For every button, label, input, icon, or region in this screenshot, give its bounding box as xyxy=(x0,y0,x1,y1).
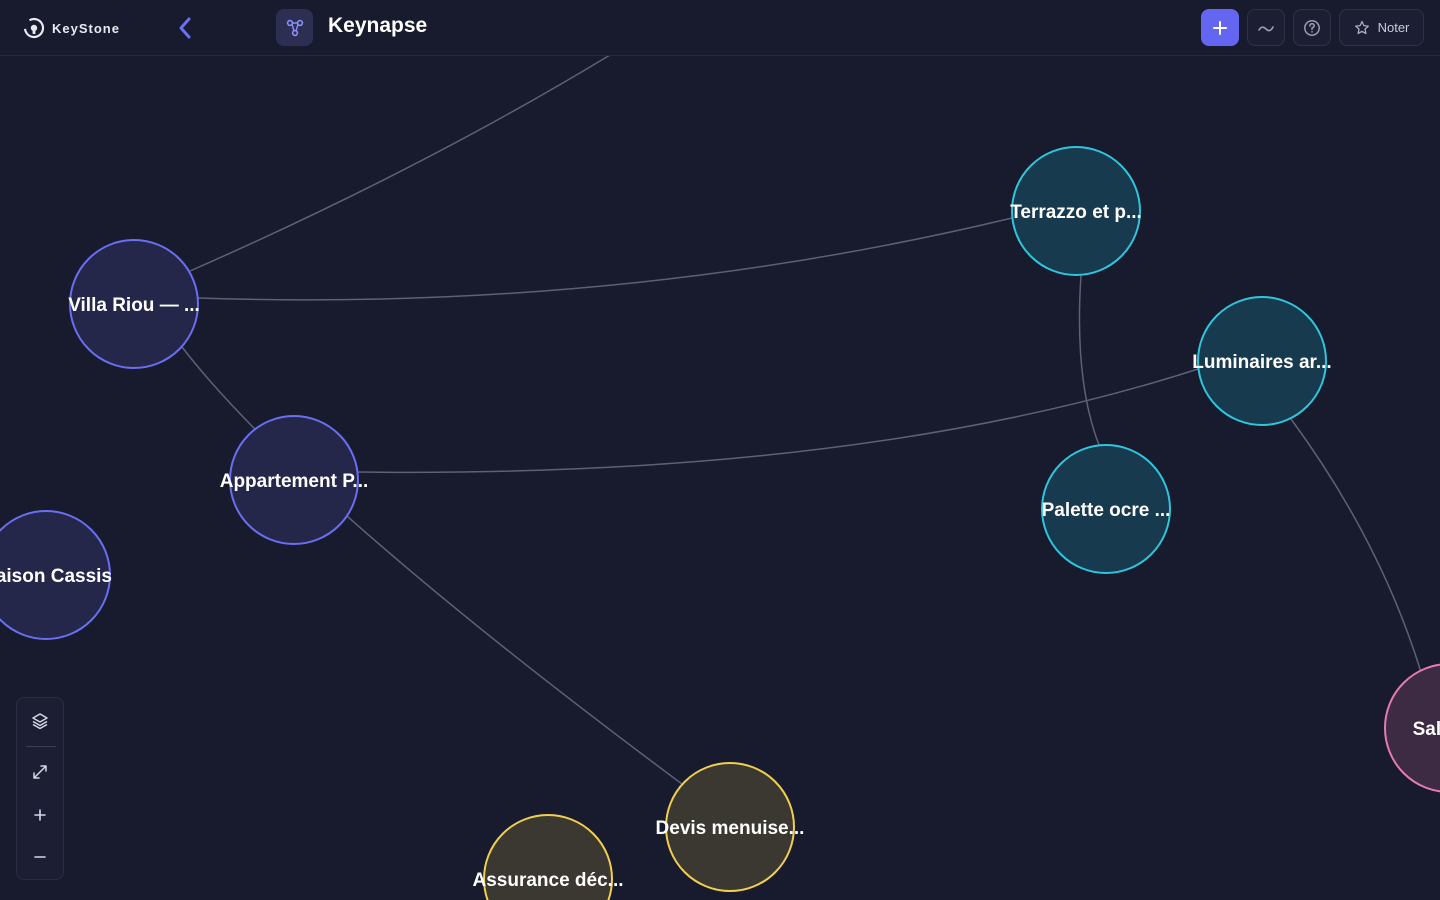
chevron-left-icon xyxy=(179,17,191,39)
graph-edge xyxy=(181,346,683,785)
graph-edge xyxy=(1290,418,1422,673)
graph-node-palette[interactable]: Palette ocre ... xyxy=(1041,444,1171,574)
graph-node-assurance[interactable]: Assurance déc... xyxy=(472,814,624,900)
graph-edge xyxy=(189,54,611,272)
layers-button[interactable] xyxy=(17,701,63,741)
node-label: Terrazzo et p... xyxy=(1010,202,1142,223)
graph-edge xyxy=(1078,274,1100,446)
graph-controls xyxy=(16,697,64,880)
graph-node-maison[interactable]: Maison Cassis xyxy=(0,510,112,640)
node-label: Villa Riou — ... xyxy=(68,295,200,316)
star-icon xyxy=(1354,20,1369,34)
add-node-button[interactable] xyxy=(1201,9,1239,46)
graph-view-badge xyxy=(276,9,313,46)
plus-icon xyxy=(1213,20,1227,35)
node-label: Maison Cassis xyxy=(0,566,112,587)
help-circle-icon xyxy=(1304,19,1320,36)
graph-node-luminaires[interactable]: Luminaires ar... xyxy=(1192,296,1332,426)
brand-logo[interactable]: KeyStone xyxy=(22,16,120,40)
brand-name: KeyStone xyxy=(52,20,120,36)
node-label: Palette ocre ... xyxy=(1042,500,1171,521)
layers-icon xyxy=(32,713,48,730)
graph-edge xyxy=(197,217,1013,301)
node-label: Luminaires ar... xyxy=(1192,352,1331,373)
page-title: Keynapse xyxy=(328,14,428,37)
keystone-logo-icon xyxy=(23,17,45,39)
noter-label: Noter xyxy=(1377,20,1410,35)
node-label: Assurance déc... xyxy=(472,870,623,891)
graph-node-appart[interactable]: Appartement P... xyxy=(220,415,369,545)
controls-divider xyxy=(26,746,56,747)
graph-node-devis[interactable]: Devis menuise... xyxy=(656,762,805,892)
node-label: Devis menuise... xyxy=(656,818,805,839)
back-button[interactable] xyxy=(172,14,198,42)
top-bar: KeyStone Keynapse Noter xyxy=(0,0,1440,56)
noter-button[interactable]: Noter xyxy=(1339,9,1424,46)
knowledge-graph-canvas[interactable]: Villa Riou — ... Appartement P... Maison… xyxy=(0,0,1440,900)
graph-node-villa[interactable]: Villa Riou — ... xyxy=(68,239,200,369)
zoom-out-button[interactable] xyxy=(17,837,63,877)
fit-view-button[interactable] xyxy=(17,752,63,792)
expand-icon xyxy=(33,765,47,779)
node-label: Salon M xyxy=(1413,719,1440,740)
node-label: Appartement P... xyxy=(220,471,369,492)
minus-icon xyxy=(34,856,46,858)
graph-node-terrazzo[interactable]: Terrazzo et p... xyxy=(1010,146,1142,276)
graph-nodes-icon xyxy=(286,19,303,36)
wave-icon xyxy=(1258,25,1274,31)
help-button[interactable] xyxy=(1293,9,1331,46)
zoom-in-button[interactable] xyxy=(17,795,63,835)
plus-icon xyxy=(34,809,46,821)
activity-button[interactable] xyxy=(1247,9,1285,46)
graph-node-salon[interactable]: Salon M xyxy=(1384,663,1440,793)
